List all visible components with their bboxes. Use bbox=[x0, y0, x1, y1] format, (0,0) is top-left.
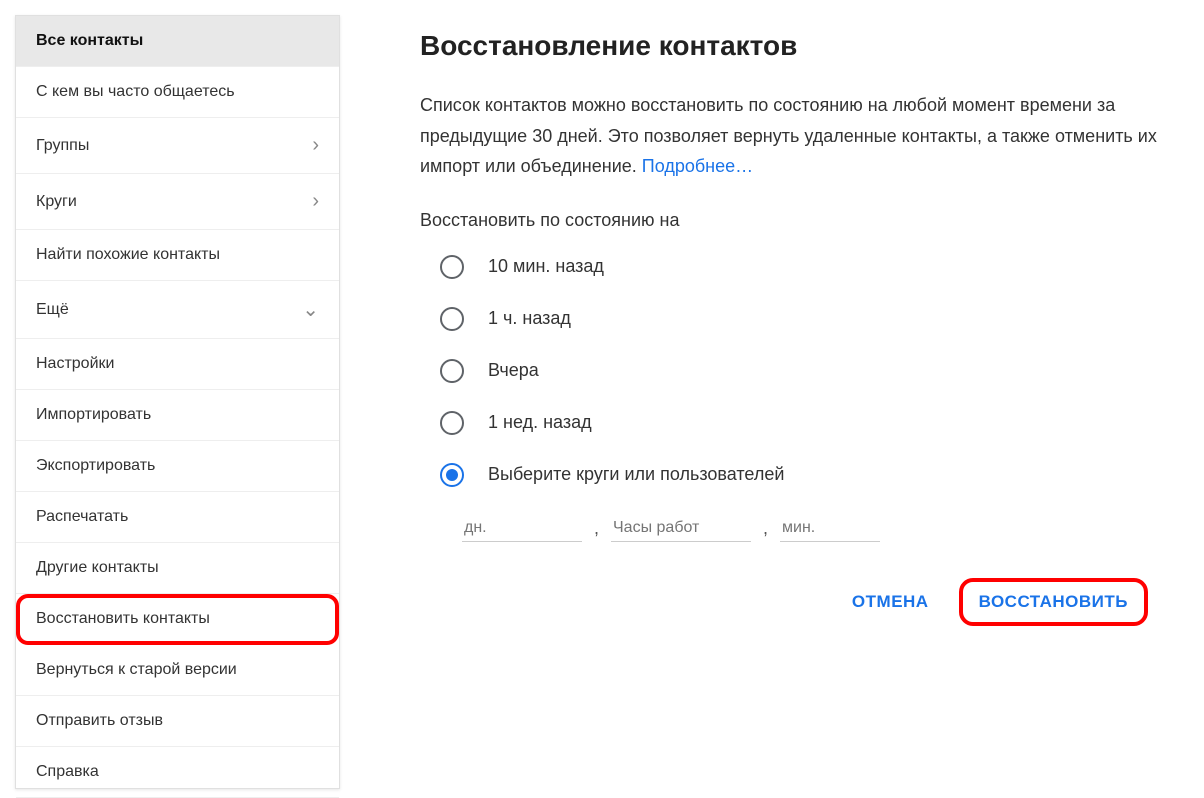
restore-button[interactable]: ВОССТАНОВИТЬ bbox=[963, 582, 1144, 622]
sidebar-item-label: Другие контакты bbox=[36, 559, 159, 577]
days-input[interactable] bbox=[462, 515, 582, 542]
page-title: Восстановление контактов bbox=[420, 30, 1164, 62]
sidebar-item-groups[interactable]: Группы › bbox=[16, 118, 339, 174]
sidebar-item-label: Вернуться к старой версии bbox=[36, 661, 237, 679]
sidebar-item-label: С кем вы часто общаетесь bbox=[36, 83, 235, 101]
sidebar-item-more[interactable]: Ещё ⌄ bbox=[16, 281, 339, 339]
radio-icon bbox=[440, 255, 464, 279]
sidebar-item-export[interactable]: Экспортировать bbox=[16, 441, 339, 492]
separator: , bbox=[763, 518, 768, 539]
restore-options: 10 мин. назад 1 ч. назад Вчера 1 нед. на… bbox=[420, 255, 1164, 542]
sidebar-item-label: Справка bbox=[36, 763, 99, 781]
page-description: Список контактов можно восстановить по с… bbox=[420, 90, 1164, 182]
radio-label: Выберите круги или пользователей bbox=[488, 464, 784, 485]
radio-icon bbox=[440, 411, 464, 435]
sidebar-item-label: Круги bbox=[36, 193, 77, 211]
description-text: Список контактов можно восстановить по с… bbox=[420, 95, 1157, 176]
sidebar-item-label: Экспортировать bbox=[36, 457, 155, 475]
sidebar-item-help[interactable]: Справка bbox=[16, 747, 339, 798]
chevron-down-icon: ⌄ bbox=[302, 297, 319, 322]
mins-input[interactable] bbox=[780, 515, 880, 542]
radio-label: 10 мин. назад bbox=[488, 256, 604, 277]
sidebar-item-frequent[interactable]: С кем вы часто общаетесь bbox=[16, 67, 339, 118]
sidebar-item-label: Найти похожие контакты bbox=[36, 246, 220, 264]
sidebar-item-label: Настройки bbox=[36, 355, 114, 373]
separator: , bbox=[594, 518, 599, 539]
radio-icon-selected bbox=[440, 463, 464, 487]
radio-10min[interactable]: 10 мин. назад bbox=[440, 255, 1164, 279]
dialog-actions: ОТМЕНА ВОССТАНОВИТЬ bbox=[420, 582, 1164, 622]
sidebar-item-import[interactable]: Импортировать bbox=[16, 390, 339, 441]
sidebar-item-restore-contacts[interactable]: Восстановить контакты bbox=[16, 594, 339, 645]
restore-subheading: Восстановить по состоянию на bbox=[420, 210, 1164, 231]
radio-label: 1 нед. назад bbox=[488, 412, 592, 433]
more-link[interactable]: Подробнее… bbox=[642, 156, 753, 176]
sidebar-item-label: Группы bbox=[36, 137, 89, 155]
sidebar-item-old-version[interactable]: Вернуться к старой версии bbox=[16, 645, 339, 696]
sidebar-item-settings[interactable]: Настройки bbox=[16, 339, 339, 390]
sidebar-item-label: Распечатать bbox=[36, 508, 128, 526]
radio-icon bbox=[440, 359, 464, 383]
main-content: Восстановление контактов Список контакто… bbox=[340, 0, 1204, 789]
radio-1week[interactable]: 1 нед. назад bbox=[440, 411, 1164, 435]
cancel-button[interactable]: ОТМЕНА bbox=[836, 582, 945, 622]
hours-input[interactable] bbox=[611, 515, 751, 542]
chevron-right-icon: › bbox=[312, 134, 319, 157]
sidebar-item-label: Восстановить контакты bbox=[36, 610, 210, 628]
sidebar-item-circles[interactable]: Круги › bbox=[16, 174, 339, 230]
sidebar-item-label: Ещё bbox=[36, 301, 69, 319]
sidebar-item-print[interactable]: Распечатать bbox=[16, 492, 339, 543]
sidebar-item-find-similar[interactable]: Найти похожие контакты bbox=[16, 230, 339, 281]
sidebar: Все контакты С кем вы часто общаетесь Гр… bbox=[15, 15, 340, 789]
custom-time-inputs: , , bbox=[440, 515, 1164, 542]
sidebar-item-all-contacts[interactable]: Все контакты bbox=[16, 16, 339, 67]
radio-icon bbox=[440, 307, 464, 331]
sidebar-item-label: Отправить отзыв bbox=[36, 712, 163, 730]
radio-custom[interactable]: Выберите круги или пользователей bbox=[440, 463, 1164, 487]
sidebar-item-feedback[interactable]: Отправить отзыв bbox=[16, 696, 339, 747]
sidebar-item-other-contacts[interactable]: Другие контакты bbox=[16, 543, 339, 594]
sidebar-item-label: Все контакты bbox=[36, 32, 143, 50]
radio-label: 1 ч. назад bbox=[488, 308, 571, 329]
sidebar-item-label: Импортировать bbox=[36, 406, 151, 424]
radio-yesterday[interactable]: Вчера bbox=[440, 359, 1164, 383]
radio-1hour[interactable]: 1 ч. назад bbox=[440, 307, 1164, 331]
chevron-right-icon: › bbox=[312, 190, 319, 213]
radio-label: Вчера bbox=[488, 360, 539, 381]
